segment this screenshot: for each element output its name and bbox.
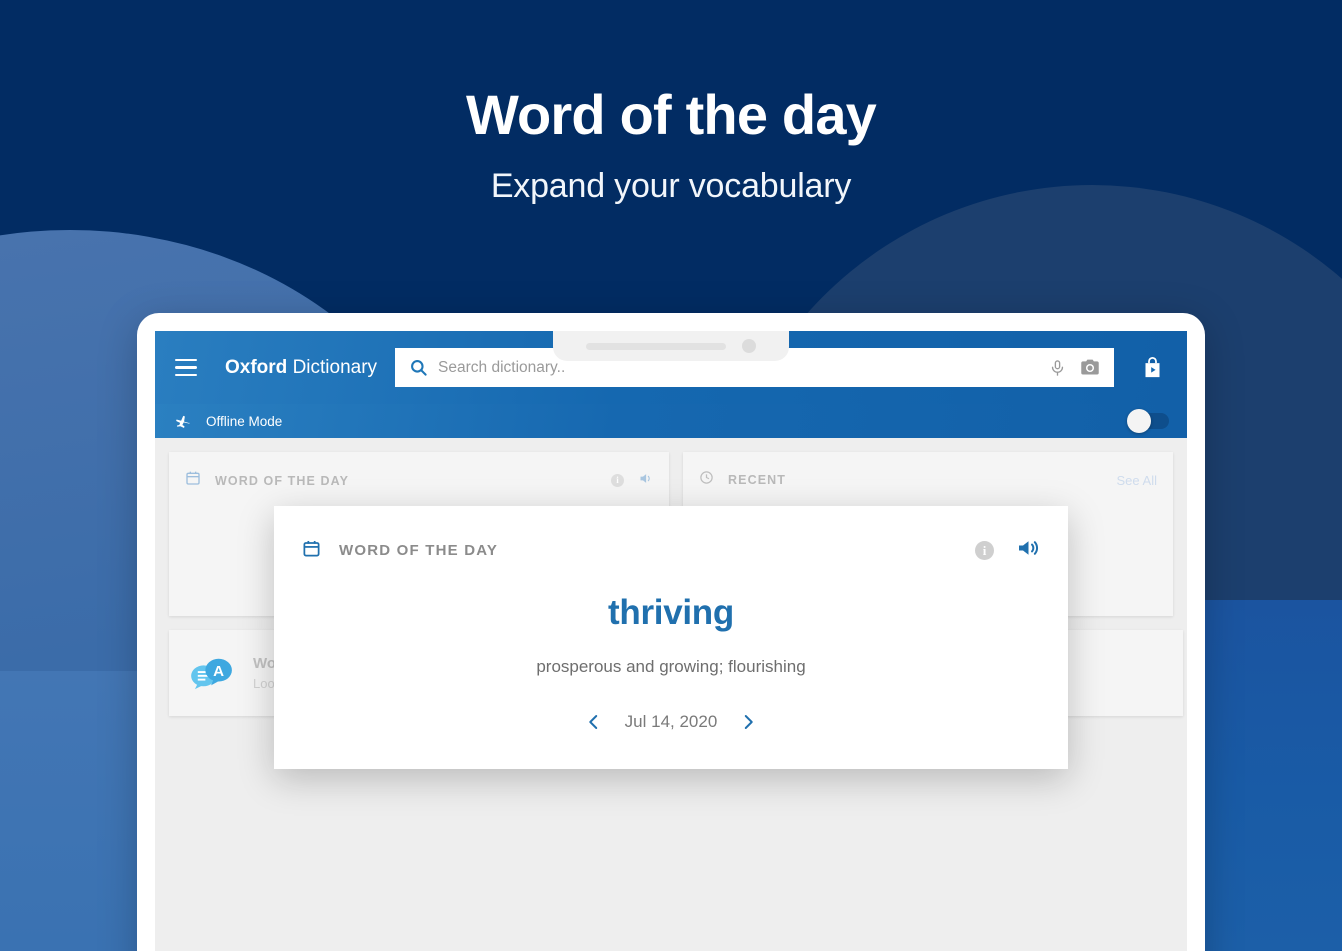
- calendar-icon: [302, 539, 321, 563]
- device-notch: [553, 331, 789, 361]
- modal-header: WORD OF THE DAY i: [302, 536, 1040, 565]
- speaker-icon[interactable]: [638, 471, 653, 491]
- clock-history-icon: [699, 470, 714, 490]
- modal-header-actions: i: [975, 536, 1040, 565]
- word-of-the-day-word: thriving: [608, 593, 734, 632]
- speech-bubbles-icon: A: [189, 655, 235, 691]
- promo-screenshot: Word of the day Expand your vocabulary O…: [0, 0, 1342, 951]
- front-camera-dot: [742, 339, 756, 353]
- search-icon: [409, 358, 428, 377]
- card-title: WORD OF THE DAY: [215, 473, 350, 488]
- background-panel-left: [0, 671, 140, 951]
- word-of-the-day-definition: prosperous and growing; flourishing: [536, 657, 806, 676]
- airplane-icon: [175, 413, 192, 430]
- chevron-right-icon[interactable]: [739, 711, 757, 733]
- current-date-label: Jul 14, 2020: [624, 712, 718, 731]
- page-title: Word of the day: [465, 83, 877, 146]
- card-header-actions: i: [611, 471, 653, 491]
- see-all-link[interactable]: See All: [1117, 473, 1157, 488]
- app-brand: Oxford Dictionary: [225, 357, 377, 379]
- offline-mode-row: Offline Mode: [155, 404, 1187, 438]
- speaker-grille: [586, 342, 726, 350]
- page-subtitle: Expand your vocabulary: [490, 166, 852, 205]
- brand-regular: Dictionary: [292, 356, 378, 378]
- word-of-the-day-modal: WORD OF THE DAY i thriving prosperous an…: [274, 506, 1068, 769]
- search-placeholder-text: Search dictionary..: [438, 358, 566, 376]
- info-icon[interactable]: i: [975, 541, 994, 560]
- info-icon[interactable]: i: [611, 474, 624, 487]
- chevron-left-icon[interactable]: [585, 711, 603, 733]
- toggle-knob: [1127, 409, 1151, 433]
- modal-title: WORD OF THE DAY: [339, 542, 499, 559]
- microphone-icon[interactable]: [1049, 358, 1066, 378]
- play-store-bag-icon[interactable]: [1142, 356, 1163, 379]
- promo-headline-block: Word of the day Expand your vocabulary: [0, 83, 1342, 206]
- svg-text:A: A: [213, 663, 224, 680]
- calendar-icon: [185, 470, 201, 491]
- card-title: RECENT: [728, 473, 786, 487]
- date-navigation: Jul 14, 2020: [302, 711, 1040, 733]
- card-header: RECENT See All: [683, 452, 1173, 490]
- card-header: WORD OF THE DAY i: [169, 452, 669, 491]
- hamburger-menu-icon[interactable]: [175, 358, 197, 377]
- speaker-icon[interactable]: [1016, 536, 1040, 565]
- camera-icon[interactable]: [1078, 357, 1102, 378]
- offline-mode-toggle[interactable]: [1127, 409, 1169, 433]
- brand-bold: Oxford: [225, 356, 288, 378]
- offline-mode-label: Offline Mode: [206, 413, 283, 429]
